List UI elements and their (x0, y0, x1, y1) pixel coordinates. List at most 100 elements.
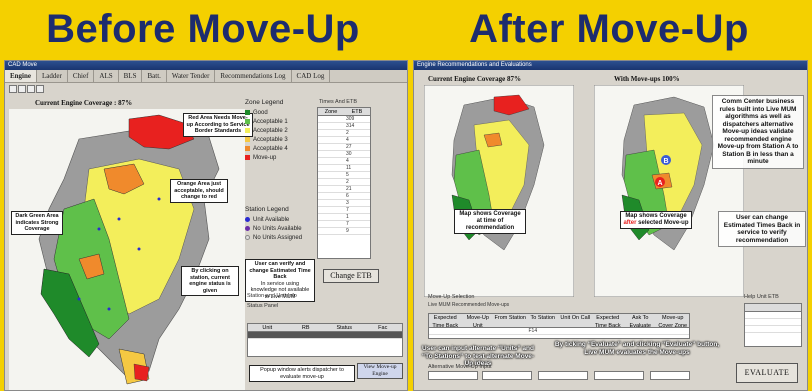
red-area-callout: Red Area Needs Move-up According to Serv… (183, 113, 253, 137)
tab-ladder[interactable]: Ladder (37, 70, 68, 82)
zone-legend: Zone Legend Good Acceptable 1 Acceptable… (245, 99, 309, 162)
svg-text:B: B (663, 158, 668, 165)
station-legend-title: Station Legend (245, 206, 289, 213)
pan-icon[interactable] (27, 85, 35, 93)
units-col-status: Status (336, 325, 353, 331)
legend-item-acceptable-2: Acceptable 2 (245, 126, 309, 135)
unit-type-tabs: Engine Ladder Chief ALS BLS Batt. Water … (5, 70, 407, 83)
legend-item-acceptable-1: Acceptable 1 (245, 117, 309, 126)
table-row[interactable]: 7 (318, 207, 370, 214)
table-row[interactable] (745, 312, 801, 319)
alt-from-station-input[interactable] (538, 371, 588, 380)
moveup-section-label: Move-Up Selection (428, 294, 475, 300)
before-window: CAD Move Engine Ladder Chief ALS BLS Bat… (4, 60, 408, 391)
table-row[interactable]: 5 (318, 172, 370, 179)
alt-to-station-input[interactable] (482, 371, 532, 380)
coverage-map-before[interactable] (9, 109, 245, 391)
tab-cad-log[interactable]: CAD Log (292, 70, 331, 82)
table-row[interactable]: 21 (318, 186, 370, 193)
info-icon[interactable] (36, 85, 44, 93)
moveup-map-caption: Map shows Coverage after selected Move-u… (620, 211, 692, 229)
table-row[interactable]: F14 (429, 328, 689, 335)
legend-item-good: Good (245, 108, 309, 117)
table-row[interactable]: 309 (318, 116, 370, 123)
moveup-table: Expected Time Back Move-Up Unit From Sta… (428, 313, 690, 339)
etb-mini-table (744, 303, 802, 347)
table-row[interactable] (248, 332, 402, 339)
current-coverage-87-title: Current Engine Coverage 87% (428, 75, 521, 83)
table-row[interactable]: 2 (318, 130, 370, 137)
units-table: Unit RB Status Fac (247, 323, 403, 357)
alt-evaluate-checkbox[interactable] (650, 371, 690, 380)
table-row[interactable]: 2 (318, 179, 370, 186)
table-row[interactable] (745, 319, 801, 326)
tab-als[interactable]: ALS (94, 70, 119, 82)
col-expected-time-back-2: Expected Time Back (594, 315, 621, 329)
table-row[interactable]: 11 (318, 165, 370, 172)
tab-bls[interactable]: BLS (119, 70, 143, 82)
legend-no-units-available: No Units Available (245, 224, 311, 233)
svg-text:A: A (657, 180, 662, 187)
table-row[interactable]: 30 (318, 151, 370, 158)
after-moveup-title: After Move-Up (469, 6, 749, 51)
comm-center-note: Comm Center business rules built into Li… (712, 95, 804, 169)
table-row[interactable]: 1 (318, 214, 370, 221)
coverage-map-current[interactable] (424, 85, 574, 297)
map-toolbar (9, 85, 44, 93)
change-etb-button[interactable]: Change ETB (323, 269, 379, 283)
alt-unit-input[interactable] (428, 371, 478, 380)
zoom-in-icon[interactable] (9, 85, 17, 93)
etb-mini-title: Help Unit ETB (744, 294, 779, 300)
before-moveup-title: Before Move-Up (46, 6, 360, 51)
etb-col-zone: Zone (324, 109, 338, 115)
units-col-fac: Fac (378, 325, 388, 331)
evaluate-button[interactable]: EVALUATE (736, 363, 798, 383)
units-col-rb: RB (301, 325, 310, 331)
tab-batt[interactable]: Batt. (142, 70, 167, 82)
alt-section-label: Alternative Move-Up Input (428, 364, 492, 370)
tab-water-tender[interactable]: Water Tender (167, 70, 216, 82)
tab-chief[interactable]: Chief (68, 70, 95, 82)
table-row[interactable] (745, 326, 801, 333)
table-row[interactable]: 27 (318, 144, 370, 151)
etb-table: Zone ETB 309 314 2 4 27 30 4 11 5 2 21 6 … (317, 107, 371, 259)
current-coverage-title: Current Engine Coverage : 87% (35, 99, 133, 107)
table-row[interactable]: 314 (318, 123, 370, 130)
moveup-section-sub: Live MUM Recommended Move-ups (428, 302, 510, 308)
after-window: Engine Recommendations and Evaluations C… (413, 60, 808, 391)
table-row[interactable]: 3 (318, 200, 370, 207)
units-col-unit: Unit (262, 325, 273, 331)
dark-green-callout: Dark Green Area indicates Strong Coverag… (11, 211, 63, 235)
tab-engine[interactable]: Engine (5, 70, 38, 82)
zoom-out-icon[interactable] (18, 85, 26, 93)
legend-no-units-assigned: No Units Assigned (245, 233, 311, 242)
col-unit-on-call: Unit On Call (560, 315, 591, 321)
table-row[interactable]: 4 (318, 137, 370, 144)
etb-table-title: Times And ETB (319, 99, 358, 105)
legend-item-move-up: Move-up (245, 153, 309, 162)
click-station-callout: By clicking on station, current engine s… (181, 266, 239, 296)
table-row[interactable]: 6 (318, 193, 370, 200)
table-row[interactable]: 9 (318, 228, 370, 235)
status-field-label: Status Panel (247, 303, 279, 309)
table-row[interactable]: 4 (318, 158, 370, 165)
popup-alert-callout: Popup window alerts dispatcher to evalua… (249, 365, 355, 382)
station-info-title: Station and Unit Info (247, 293, 297, 299)
legend-unit-available: Unit Available (245, 215, 311, 224)
alt-etb-input[interactable] (594, 371, 644, 380)
etb-col-etb: ETB (351, 109, 363, 115)
col-moveup-cover-zone: Move-up Cover Zone (658, 315, 688, 329)
view-moveup-button[interactable]: View Move-up Engine (357, 363, 403, 379)
col-moveup-unit: Move-Up Unit (466, 315, 489, 329)
orange-area-callout: Orange Area just acceptable, should chan… (170, 179, 228, 203)
zone-legend-title: Zone Legend (245, 99, 284, 106)
after-window-titlebar: Engine Recommendations and Evaluations (414, 61, 807, 70)
evaluate-note: By ticking “Evaluate” and clicking “Eval… (554, 341, 720, 356)
legend-item-acceptable-4: Acceptable 4 (245, 144, 309, 153)
col-expected-time-back: Expected Time Back (432, 315, 459, 329)
table-row[interactable]: 7 (318, 221, 370, 228)
tab-recommendations-log[interactable]: Recommendations Log (215, 70, 292, 82)
before-window-titlebar: CAD Move (5, 61, 407, 70)
moveup-coverage-100-title: With Move-ups 100% (614, 75, 680, 83)
user-change-etb-note: User can change Estimated Times Back in … (718, 211, 806, 247)
